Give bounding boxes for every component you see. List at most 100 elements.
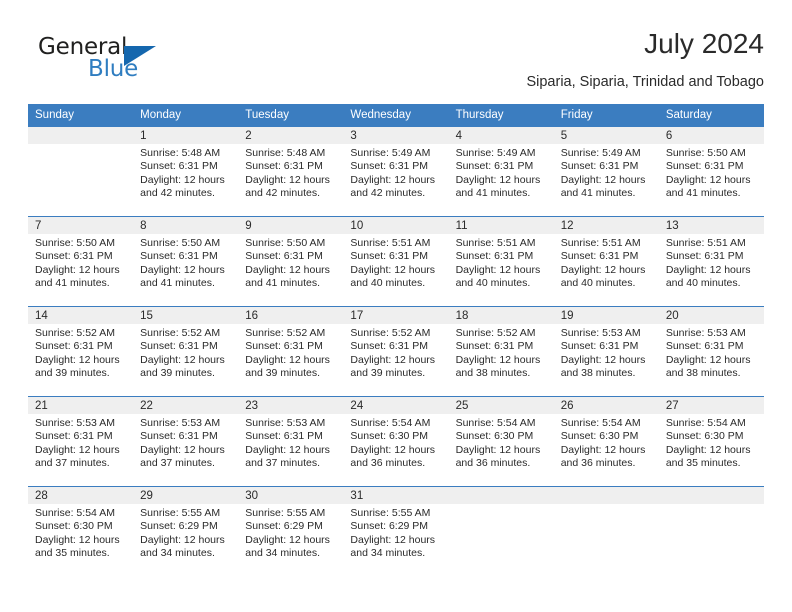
calendar-day-cell[interactable]: 5 Sunrise: 5:49 AM Sunset: 6:31 PM Daylight… — [553, 126, 659, 217]
day-detail-line: Sunrise: 5:53 AM — [560, 327, 641, 339]
calendar-day-cell[interactable]: 4 Sunrise: 5:49 AM Sunset: 6:31 PM Daylight… — [448, 126, 554, 217]
calendar-day-cell[interactable]: 29 Sunrise: 5:55 AM Sunset: 6:29 PM Dayligh… — [133, 486, 239, 577]
day-detail-line: Sunset: 6:31 PM — [140, 430, 218, 443]
weekday-header: Sunday Monday Tuesday Wednesday Thursday Frid… — [28, 104, 764, 127]
day-number: 4 — [448, 127, 554, 144]
day-details: Sunrise: 5:52 AM Sunset: 6:31 PM Daylight:… — [449, 324, 554, 381]
calendar-day-cell[interactable]: 2 Sunrise: 5:48 AM Sunset: 6:31 PM Daylight… — [238, 126, 344, 217]
day-detail-line: Sunrise: 5:53 AM — [140, 417, 221, 429]
day-detail-line: and 38 minutes. — [455, 367, 531, 380]
day-detail-line: Sunrise: 5:55 AM — [245, 507, 326, 519]
day-detail-line: Daylight: 12 hours — [140, 443, 225, 456]
calendar-day-cell[interactable]: 18 Sunrise: 5:52 AM Sunset: 6:31 PM Dayligh… — [448, 306, 554, 397]
calendar-day-cell[interactable]: 8 Sunrise: 5:50 AM Sunset: 6:31 PM Daylight… — [133, 216, 239, 307]
day-number: 27 — [658, 397, 764, 414]
weekday-header-tuesday: Tuesday — [238, 104, 344, 127]
day-detail-line: and 34 minutes. — [245, 547, 320, 560]
day-details: Sunrise: 5:54 AM Sunset: 6:30 PM Daylight:… — [343, 414, 448, 471]
day-number: 7 — [28, 217, 134, 234]
day-detail-line: and 35 minutes. — [665, 457, 741, 470]
day-detail-line: Sunset: 6:30 PM — [350, 430, 429, 443]
calendar-day-cell[interactable]: 26 Sunrise: 5:54 AM Sunset: 6:30 PM Dayligh… — [553, 396, 659, 487]
day-number: 15 — [133, 307, 239, 324]
day-detail-line: Sunset: 6:31 PM — [35, 250, 113, 263]
day-detail-line: Sunrise: 5:52 AM — [140, 327, 221, 339]
calendar-day-cell[interactable]: 16 Sunrise: 5:52 AM Sunset: 6:31 PM Dayligh… — [238, 306, 344, 397]
day-number: 9 — [238, 217, 344, 234]
day-details: Sunrise: 5:55 AM Sunset: 6:29 PM Daylight:… — [343, 504, 448, 561]
calendar-day-cell[interactable]: 15 Sunrise: 5:52 AM Sunset: 6:31 PM Dayligh… — [133, 306, 239, 397]
day-detail-line: Sunset: 6:31 PM — [350, 160, 429, 173]
calendar-body: 1 Sunrise: 5:48 AM Sunset: 6:31 PM Daylight… — [28, 126, 764, 577]
day-number: 22 — [133, 397, 239, 414]
calendar-day-cell[interactable]: 14 Sunrise: 5:52 AM Sunset: 6:31 PM Dayligh… — [28, 306, 134, 397]
day-number: 2 — [238, 127, 344, 144]
calendar-day-cell[interactable]: 11 Sunrise: 5:51 AM Sunset: 6:31 PM Dayligh… — [448, 216, 554, 307]
day-details: Sunrise: 5:54 AM Sunset: 6:30 PM Daylight:… — [449, 414, 554, 471]
calendar-day-cell[interactable]: 27 Sunrise: 5:54 AM Sunset: 6:30 PM Dayligh… — [658, 396, 764, 487]
calendar-day-cell[interactable]: 19 Sunrise: 5:53 AM Sunset: 6:31 PM Dayligh… — [553, 306, 659, 397]
day-detail-line: and 39 minutes. — [350, 367, 426, 380]
calendar-day-cell[interactable]: 30 Sunrise: 5:55 AM Sunset: 6:29 PM Dayligh… — [238, 486, 344, 577]
calendar-day-cell[interactable]: 25 Sunrise: 5:54 AM Sunset: 6:30 PM Dayligh… — [448, 396, 554, 487]
calendar-day-cell[interactable]: 20 Sunrise: 5:53 AM Sunset: 6:31 PM Dayligh… — [658, 306, 764, 397]
day-detail-line: Sunset: 6:30 PM — [455, 430, 534, 443]
day-detail-line: Sunset: 6:31 PM — [665, 160, 744, 173]
calendar-day-cell[interactable]: 31 Sunrise: 5:55 AM Sunset: 6:29 PM Dayligh… — [343, 486, 449, 577]
day-number: 18 — [448, 307, 554, 324]
day-detail-line: Sunrise: 5:54 AM — [35, 507, 115, 519]
day-details: Sunrise: 5:54 AM Sunset: 6:30 PM Daylight:… — [28, 504, 133, 561]
day-details: Sunrise: 5:53 AM Sunset: 6:31 PM Daylight:… — [28, 414, 133, 471]
day-detail-line: Sunset: 6:31 PM — [245, 160, 323, 173]
calendar-day-cell[interactable]: 22 Sunrise: 5:53 AM Sunset: 6:31 PM Dayligh… — [133, 396, 239, 487]
day-number: 21 — [28, 397, 134, 414]
calendar-day-cell[interactable]: 6 Sunrise: 5:50 AM Sunset: 6:31 PM Daylight… — [658, 126, 764, 217]
day-number — [448, 487, 554, 504]
calendar-day-cell[interactable]: 21 Sunrise: 5:53 AM Sunset: 6:31 PM Dayligh… — [28, 396, 134, 487]
day-detail-line: Daylight: 12 hours — [560, 263, 646, 276]
day-detail-line: Sunrise: 5:50 AM — [665, 147, 746, 159]
day-detail-line: Daylight: 12 hours — [140, 353, 225, 366]
day-detail-line: Sunrise: 5:53 AM — [35, 417, 115, 429]
calendar-day-cell[interactable]: 17 Sunrise: 5:52 AM Sunset: 6:31 PM Dayligh… — [343, 306, 449, 397]
day-detail-line: and 36 minutes. — [350, 457, 426, 470]
day-details: Sunrise: 5:51 AM Sunset: 6:31 PM Daylight:… — [449, 234, 554, 291]
calendar-day-cell[interactable]: 3 Sunrise: 5:49 AM Sunset: 6:31 PM Daylight… — [343, 126, 449, 217]
day-detail-line: Daylight: 12 hours — [350, 443, 436, 456]
day-number: 12 — [553, 217, 659, 234]
day-number: 25 — [448, 397, 554, 414]
day-number: 26 — [553, 397, 659, 414]
day-detail-line: Daylight: 12 hours — [350, 533, 436, 546]
day-detail-line: Daylight: 12 hours — [35, 443, 120, 456]
calendar-day-cell[interactable]: 7 Sunrise: 5:50 AM Sunset: 6:31 PM Daylight… — [28, 216, 134, 307]
day-detail-line: Sunrise: 5:49 AM — [350, 147, 431, 159]
day-number: 19 — [553, 307, 659, 324]
day-detail-line: Daylight: 12 hours — [455, 353, 541, 366]
calendar-day-cell[interactable]: 10 Sunrise: 5:51 AM Sunset: 6:31 PM Dayligh… — [343, 216, 449, 307]
day-number: 10 — [343, 217, 449, 234]
day-detail-line: Daylight: 12 hours — [245, 173, 330, 186]
calendar-day-cell[interactable]: 13 Sunrise: 5:51 AM Sunset: 6:31 PM Dayligh… — [658, 216, 764, 307]
day-details — [28, 144, 133, 147]
day-detail-line: Sunset: 6:31 PM — [455, 340, 534, 353]
day-detail-line: and 36 minutes. — [560, 457, 636, 470]
general-blue-logo: General Blue — [28, 32, 248, 88]
day-detail-line: Sunrise: 5:54 AM — [560, 417, 641, 429]
day-details: Sunrise: 5:51 AM Sunset: 6:31 PM Daylight:… — [343, 234, 448, 291]
day-details: Sunrise: 5:51 AM Sunset: 6:31 PM Daylight:… — [659, 234, 764, 291]
calendar-day-cell[interactable]: 23 Sunrise: 5:53 AM Sunset: 6:31 PM Dayligh… — [238, 396, 344, 487]
day-number: 5 — [553, 127, 659, 144]
day-detail-line: Daylight: 12 hours — [245, 263, 330, 276]
calendar-day-cell[interactable]: 24 Sunrise: 5:54 AM Sunset: 6:30 PM Dayligh… — [343, 396, 449, 487]
calendar-day-cell[interactable]: 12 Sunrise: 5:51 AM Sunset: 6:31 PM Dayligh… — [553, 216, 659, 307]
day-detail-line: Daylight: 12 hours — [245, 353, 330, 366]
calendar-day-cell[interactable]: 28 Sunrise: 5:54 AM Sunset: 6:30 PM Dayligh… — [28, 486, 134, 577]
day-detail-line: Sunrise: 5:55 AM — [140, 507, 221, 519]
day-detail-line: Sunrise: 5:52 AM — [245, 327, 326, 339]
day-detail-line: and 37 minutes. — [35, 457, 110, 470]
calendar-day-cell[interactable]: 1 Sunrise: 5:48 AM Sunset: 6:31 PM Daylight… — [133, 126, 239, 217]
calendar-week-row: 21 Sunrise: 5:53 AM Sunset: 6:31 PM Dayligh… — [28, 396, 764, 487]
calendar-day-cell[interactable]: 9 Sunrise: 5:50 AM Sunset: 6:31 PM Daylight… — [238, 216, 344, 307]
day-details — [554, 504, 659, 507]
calendar-day-cell-empty — [28, 126, 134, 217]
